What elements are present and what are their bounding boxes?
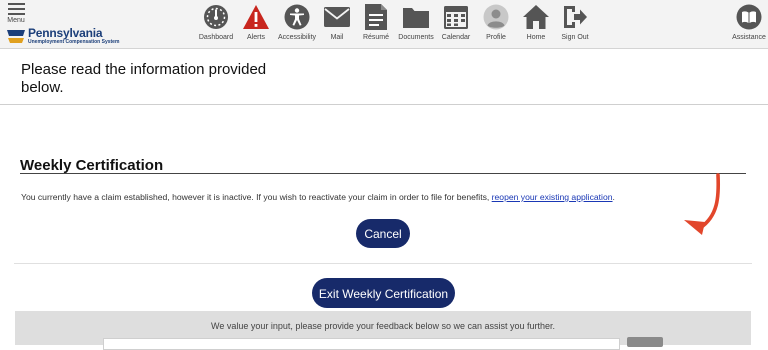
hamburger-icon — [4, 3, 28, 15]
top-navigation-bar: Menu Pennsylvania Unemployment Compensat… — [0, 0, 768, 49]
logo-name: Pennsylvania — [28, 26, 103, 40]
message-text: You currently have a claim established, … — [21, 192, 492, 202]
reopen-application-link[interactable]: reopen your existing application — [492, 192, 613, 202]
nav-alerts[interactable]: Alerts — [239, 3, 273, 47]
message-end: . — [612, 192, 615, 202]
section-title: Weekly Certification — [20, 157, 164, 174]
nav-label: Dashboard — [198, 34, 234, 41]
divider — [14, 263, 752, 264]
nav-label: Accessibility — [277, 34, 317, 41]
calendar-icon — [444, 6, 468, 29]
feedback-input[interactable] — [103, 338, 620, 350]
claim-inactive-message: You currently have a claim established, … — [21, 192, 615, 202]
menu-label: Menu — [7, 17, 25, 24]
keystone-logo-icon — [7, 30, 25, 43]
nav-label: Alerts — [247, 34, 265, 41]
dashboard-icon — [204, 5, 228, 29]
nav-calendar[interactable]: Calendar — [438, 3, 474, 47]
assistance-label: Assistance — [732, 34, 766, 41]
logo-subtitle: Unemployment Compensation System — [28, 39, 120, 45]
folder-icon — [403, 8, 429, 28]
feedback-prompt: We value your input, please provide your… — [210, 321, 556, 331]
resume-icon — [365, 4, 387, 30]
nav-label: Mail — [330, 34, 344, 41]
nav-label: Home — [526, 34, 546, 41]
sign-out-icon — [564, 6, 587, 28]
nav-profile[interactable]: Profile — [480, 3, 512, 47]
home-icon — [523, 5, 549, 29]
divider — [0, 104, 768, 105]
book-icon — [736, 4, 762, 30]
nav-label: Sign Out — [561, 34, 589, 41]
nav-sign-out[interactable]: Sign Out — [557, 3, 593, 47]
section-underline — [20, 173, 746, 174]
feedback-submit-button[interactable] — [627, 337, 663, 347]
nav-label: Calendar — [441, 34, 471, 41]
pennsylvania-logo[interactable]: Pennsylvania Unemployment Compensation S… — [6, 26, 136, 46]
nav-label: Résumé — [362, 34, 390, 41]
feedback-panel: We value your input, please provide your… — [15, 311, 751, 350]
cancel-button[interactable]: Cancel — [356, 219, 410, 248]
profile-icon — [483, 4, 509, 30]
nav-label: Profile — [486, 34, 506, 41]
nav-assistance[interactable]: Assistance — [730, 3, 768, 47]
nav-label: Documents — [398, 34, 434, 41]
nav-mail[interactable]: Mail — [321, 3, 353, 47]
alert-icon — [243, 5, 269, 29]
info-notice: Please read the information provided bel… — [21, 61, 267, 96]
exit-weekly-certification-button[interactable]: Exit Weekly Certification — [312, 278, 455, 308]
accessibility-icon — [284, 4, 310, 30]
menu-button[interactable]: Menu — [4, 1, 28, 24]
nav-resume[interactable]: Résumé — [358, 3, 394, 47]
nav-documents[interactable]: Documents — [396, 3, 436, 47]
mail-icon — [324, 7, 350, 27]
nav-dashboard[interactable]: Dashboard — [196, 3, 236, 47]
nav-accessibility[interactable]: Accessibility — [275, 3, 319, 47]
annotation-arrow-icon — [684, 173, 721, 235]
nav-home[interactable]: Home — [520, 3, 552, 47]
